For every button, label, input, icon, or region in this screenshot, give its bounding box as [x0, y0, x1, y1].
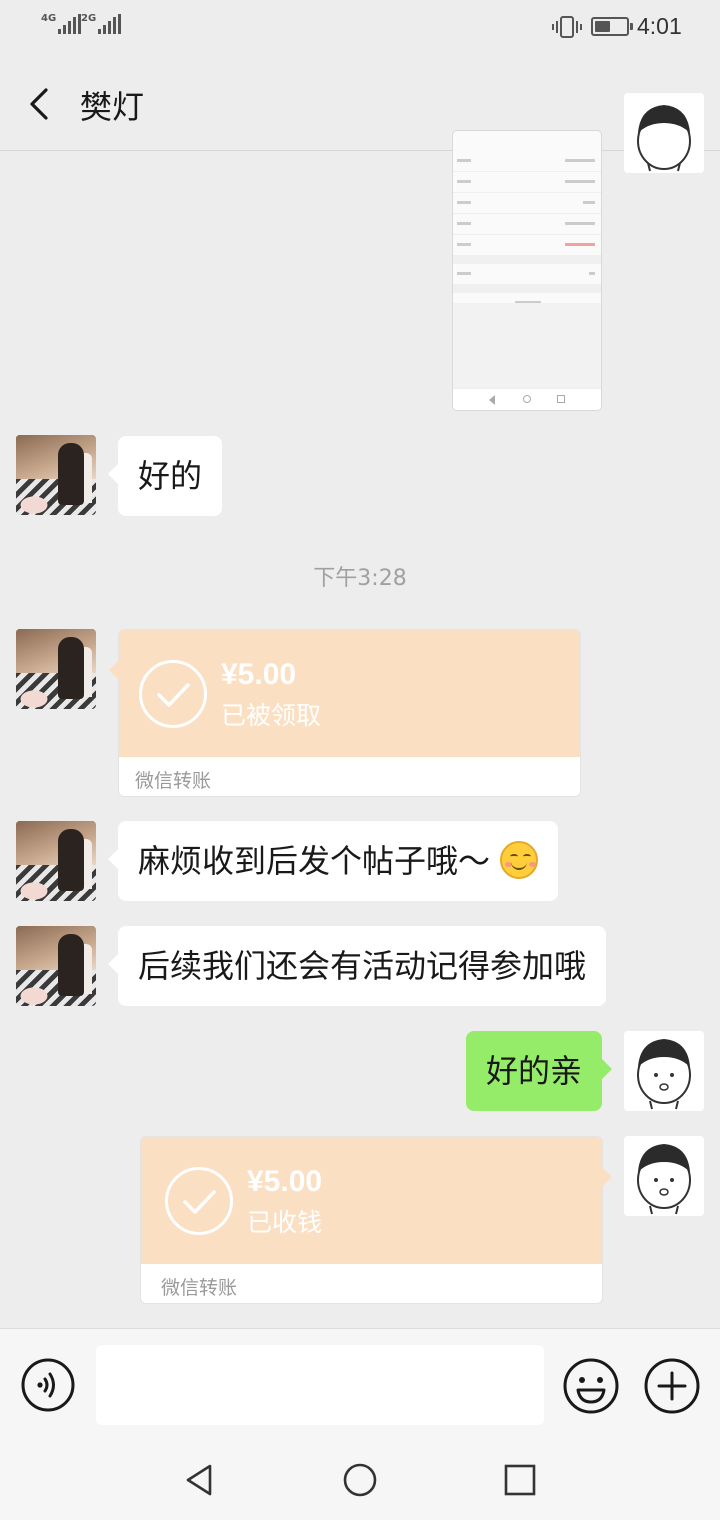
voice-icon[interactable] [20, 1357, 76, 1413]
transfer-card[interactable]: ¥5.00 已被领取 微信转账 [109, 629, 581, 797]
message-text: 后续我们还会有活动记得参加哦 [138, 947, 587, 985]
message-bubble[interactable]: 后续我们还会有活动记得参加哦 [107, 926, 607, 1006]
network-type-label: 4G [41, 13, 57, 24]
timestamp: 下午3:28 [313, 566, 407, 591]
check-icon [165, 1167, 233, 1235]
my-avatar[interactable] [624, 1031, 704, 1111]
network-type-label: 2G [81, 13, 97, 24]
message-input[interactable] [96, 1345, 544, 1425]
status-bar: 4G 2G 4:01 [0, 0, 720, 56]
transfer-label: 微信转账 [161, 1277, 238, 1299]
contact-avatar[interactable] [16, 926, 96, 1006]
transfer-status: 已收钱 [247, 1208, 323, 1237]
home-circle-icon[interactable] [342, 1462, 378, 1498]
check-icon [139, 660, 207, 728]
vibrate-icon [552, 16, 582, 38]
transfer-status: 已被领取 [221, 701, 322, 730]
signal-icon: 2G [81, 13, 122, 34]
transfer-amount: ¥5.00 [221, 658, 297, 691]
transfer-card[interactable]: ¥5.00 已收钱 微信转账 [140, 1136, 612, 1304]
emoji-icon[interactable] [562, 1357, 620, 1415]
input-bar [0, 1328, 720, 1440]
transfer-label: 微信转账 [135, 770, 212, 792]
system-nav-bar [0, 1440, 720, 1520]
plus-icon[interactable] [643, 1357, 701, 1415]
signal-icon: 4G [41, 13, 82, 34]
contact-avatar[interactable] [16, 629, 96, 709]
message-bubble[interactable]: 好的 [107, 436, 223, 516]
chat-title: 樊灯 [80, 88, 145, 126]
my-avatar[interactable] [624, 1136, 704, 1216]
transfer-amount: ¥5.00 [247, 1165, 323, 1198]
back-triangle-icon[interactable] [182, 1462, 218, 1498]
contact-avatar[interactable] [16, 435, 96, 515]
message-bubble[interactable]: 麻烦收到后发个帖子哦～ [107, 821, 559, 901]
contact-avatar[interactable] [16, 821, 96, 901]
back-icon[interactable] [22, 84, 54, 124]
smiling-face-emoji-icon [500, 841, 539, 879]
battery-icon [591, 17, 633, 36]
clock: 4:01 [637, 13, 682, 39]
message-bubble[interactable]: 好的亲 [465, 1031, 613, 1111]
recents-square-icon[interactable] [502, 1462, 538, 1498]
shared-screenshot-image[interactable] [452, 130, 602, 411]
message-text: 麻烦收到后发个帖子哦～ [138, 842, 491, 880]
chat-header: 樊灯 [0, 56, 720, 151]
my-avatar[interactable] [624, 93, 704, 173]
message-text: 好的 [138, 457, 203, 495]
message-text: 好的亲 [485, 1052, 582, 1090]
